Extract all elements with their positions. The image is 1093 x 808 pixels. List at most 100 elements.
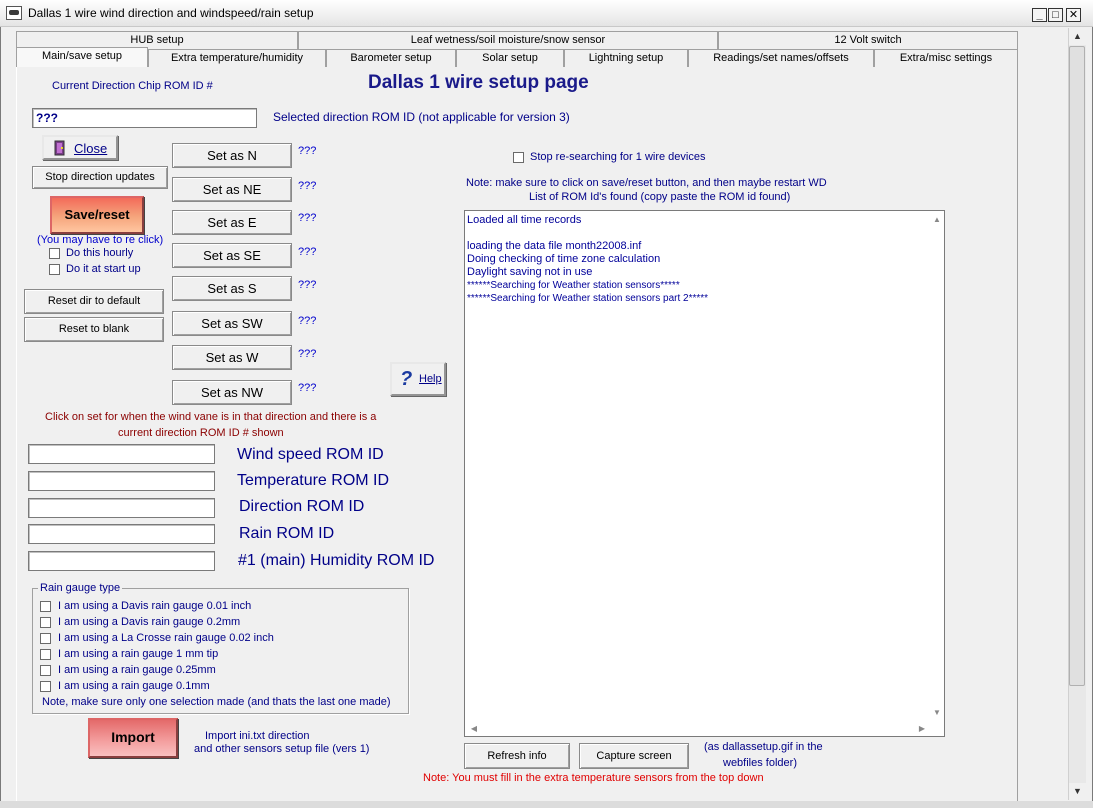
help-label: Help	[419, 373, 442, 385]
door-icon	[53, 140, 67, 156]
import-note-line-1: Import ini.txt direction	[205, 730, 310, 742]
help-button[interactable]: ? Help	[390, 362, 446, 396]
lacrosse-002-inch-label: I am using a La Crosse rain gauge 0.02 i…	[58, 632, 274, 644]
bottom-note: Note: You must fill in the extra tempera…	[423, 772, 764, 784]
set-southeast-button[interactable]: Set as SE	[172, 243, 292, 268]
log-scroll-up-icon[interactable]: ▲	[930, 212, 944, 227]
selected-direction-label: Selected direction ROM ID (not applicabl…	[273, 110, 570, 124]
rain-gauge-title: Rain gauge type	[38, 582, 123, 594]
wind-speed-rom-input[interactable]	[28, 444, 215, 464]
question-icon: ?	[400, 368, 413, 390]
page-title: Dallas 1 wire setup page	[368, 72, 589, 93]
instruction-line-2: current direction ROM ID # shown	[118, 427, 284, 439]
set-southwest-button[interactable]: Set as SW	[172, 311, 292, 336]
log-line: Daylight saving not in use	[467, 266, 593, 278]
direction-rom-label: Direction ROM ID	[239, 498, 365, 515]
davis-001-inch-label: I am using a Davis rain gauge 0.01 inch	[58, 600, 252, 612]
set-east-button[interactable]: Set as E	[172, 210, 292, 235]
set-north-button[interactable]: Set as N	[172, 143, 292, 168]
tab-leaf-wetness[interactable]: Leaf wetness/soil moisture/snow sensor	[298, 31, 718, 49]
import-note-line-2: and other sensors setup file (vers 1)	[194, 743, 370, 755]
gauge-1mm-checkbox[interactable]	[40, 649, 51, 660]
scroll-down-icon[interactable]: ▼	[1069, 783, 1086, 800]
capture-screen-button[interactable]: Capture screen	[579, 743, 689, 769]
temperature-rom-label: Temperature ROM ID	[237, 472, 390, 489]
close-button-label: Close	[74, 141, 108, 156]
stop-direction-updates-button[interactable]: Stop direction updates	[32, 166, 168, 189]
scrollbar-thumb[interactable]	[1069, 46, 1085, 686]
gauge-01mm-checkbox[interactable]	[40, 681, 51, 692]
reset-dir-default-button[interactable]: Reset dir to default	[24, 289, 164, 314]
gauge-025mm-checkbox[interactable]	[40, 665, 51, 676]
temperature-rom-input[interactable]	[28, 471, 215, 491]
gauge-01mm-label: I am using a rain gauge 0.1mm	[58, 680, 210, 692]
gauge-1mm-label: I am using a rain gauge 1 mm tip	[58, 648, 219, 660]
import-button[interactable]: Import	[88, 718, 178, 758]
log-line: Loaded all time records	[467, 214, 582, 226]
davis-02mm-label: I am using a Davis rain gauge 0.2mm	[58, 616, 241, 628]
direction-rom-input[interactable]	[28, 498, 215, 518]
rom-id-value: ???	[36, 111, 58, 125]
rom-list-note: List of ROM Id's found (copy paste the R…	[529, 191, 791, 203]
close-button[interactable]: Close	[42, 135, 118, 160]
rom-id-field[interactable]: ???	[32, 108, 257, 128]
startup-checkbox[interactable]	[49, 264, 60, 275]
title-bar[interactable]: Dallas 1 wire wind direction and windspe…	[0, 0, 1093, 27]
rain-rom-input[interactable]	[28, 524, 215, 544]
rain-rom-label: Rain ROM ID	[239, 525, 335, 542]
east-rom-value: ???	[298, 212, 317, 224]
log-scroll-left-icon[interactable]: ◀	[467, 721, 481, 736]
log-line: Doing checking of time zone calculation	[467, 253, 661, 265]
hourly-checkbox[interactable]	[49, 248, 60, 259]
north-rom-value: ???	[298, 145, 317, 157]
capture-note-line-1: (as dallassetup.gif in the	[704, 741, 823, 753]
log-scroll-right-icon[interactable]: ▶	[915, 721, 929, 736]
close-window-button[interactable]: ✕	[1066, 8, 1081, 22]
log-line: loading the data file month22008.inf	[467, 240, 642, 252]
west-rom-value: ???	[298, 348, 317, 360]
southeast-rom-value: ???	[298, 246, 317, 258]
capture-note-line-2: webfiles folder)	[723, 757, 797, 769]
log-line: ******Searching for Weather station sens…	[467, 280, 680, 291]
tab-main-save-setup[interactable]: Main/save setup	[16, 47, 148, 67]
davis-02mm-checkbox[interactable]	[40, 617, 51, 628]
rom-id-log[interactable]: Loaded all time records loading the data…	[464, 210, 945, 737]
stop-research-label: Stop re-searching for 1 wire devices	[530, 151, 706, 163]
restart-note: Note: make sure to click on save/reset b…	[466, 177, 827, 189]
stop-research-checkbox[interactable]	[513, 152, 524, 163]
humidity-rom-input[interactable]	[28, 551, 215, 571]
rain-gauge-note: Note, make sure only one selection made …	[42, 696, 391, 708]
northeast-rom-value: ???	[298, 180, 317, 192]
humidity-rom-label: #1 (main) Humidity ROM ID	[238, 552, 435, 569]
southwest-rom-value: ???	[298, 315, 317, 327]
northwest-rom-value: ???	[298, 382, 317, 394]
window-title: Dallas 1 wire wind direction and windspe…	[28, 6, 314, 20]
wind-speed-rom-label: Wind speed ROM ID	[237, 446, 384, 463]
log-list: Loaded all time records loading the data…	[467, 214, 927, 305]
set-northeast-button[interactable]: Set as NE	[172, 177, 292, 202]
hourly-label: Do this hourly	[66, 247, 134, 259]
startup-label: Do it at start up	[66, 263, 141, 275]
maximize-button[interactable]: □	[1048, 8, 1063, 22]
log-scroll-down-icon[interactable]: ▼	[930, 705, 944, 720]
refresh-info-button[interactable]: Refresh info	[464, 743, 570, 769]
scroll-up-icon[interactable]: ▲	[1069, 28, 1086, 45]
log-line: ******Searching for Weather station sens…	[467, 293, 709, 304]
set-northwest-button[interactable]: Set as NW	[172, 380, 292, 405]
app-icon	[6, 6, 22, 20]
current-chip-label: Current Direction Chip ROM ID #	[52, 80, 213, 92]
set-west-button[interactable]: Set as W	[172, 345, 292, 370]
instruction-line-1: Click on set for when the wind vane is i…	[45, 411, 377, 423]
reclick-note: (You may have to re click)	[37, 234, 164, 246]
reset-blank-button[interactable]: Reset to blank	[24, 317, 164, 342]
gauge-025mm-label: I am using a rain gauge 0.25mm	[58, 664, 216, 676]
davis-001-inch-checkbox[interactable]	[40, 601, 51, 612]
lacrosse-002-inch-checkbox[interactable]	[40, 633, 51, 644]
taskbar-strip	[0, 801, 1093, 808]
set-south-button[interactable]: Set as S	[172, 276, 292, 301]
minimize-button[interactable]: _	[1032, 8, 1047, 22]
south-rom-value: ???	[298, 279, 317, 291]
tab-12-volt-switch[interactable]: 12 Volt switch	[718, 31, 1018, 49]
save-reset-button[interactable]: Save/reset	[50, 196, 144, 234]
